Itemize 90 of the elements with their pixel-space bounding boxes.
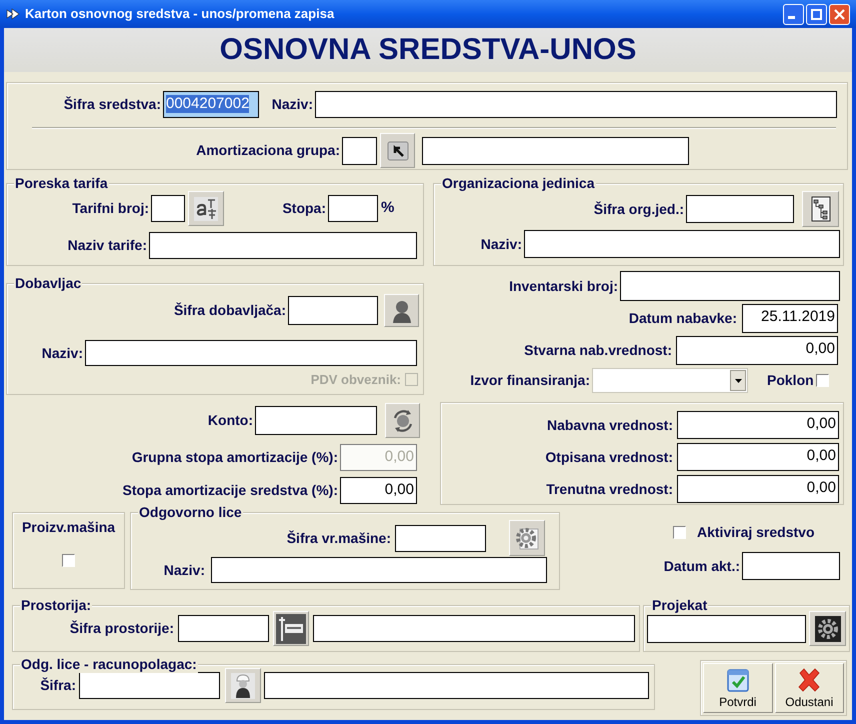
field-label: Šifra vr.mašine: — [286, 528, 392, 548]
text-field[interactable] — [85, 340, 417, 366]
field-label: Izvor finansiranja: — [469, 371, 591, 390]
lookup-button[interactable] — [188, 191, 224, 226]
field-label: Grupna stopa amortizacije (%): — [130, 448, 339, 467]
lookup-button[interactable] — [802, 191, 839, 227]
checkbox[interactable] — [673, 526, 686, 539]
field-label: Naziv: — [480, 234, 523, 254]
lookup-button[interactable] — [384, 294, 419, 327]
field-label: Naziv: — [162, 560, 206, 580]
text-field[interactable] — [742, 552, 840, 580]
field-label: Stopa: — [281, 199, 327, 218]
field-label: Tarifni broj: — [71, 199, 150, 218]
field-label: Trenutna vrednost: — [545, 480, 674, 498]
close-button[interactable] — [829, 4, 850, 24]
field-label: Amortizaciona grupa: — [195, 141, 341, 160]
cross-icon — [796, 667, 822, 693]
text-field[interactable]: 25.11.2019 — [742, 304, 838, 333]
minimize-button[interactable] — [783, 4, 804, 24]
text-field[interactable]: 0,00 — [677, 443, 839, 471]
field-label: Otpisana vrednost: — [544, 448, 674, 467]
text-field[interactable] — [255, 406, 377, 435]
worker-icon — [230, 672, 256, 700]
text-field[interactable]: 0,00 — [677, 411, 839, 439]
checkbox[interactable] — [816, 374, 829, 387]
text-field[interactable] — [211, 557, 547, 583]
text-field[interactable]: 0,00 — [676, 336, 838, 365]
text-field[interactable] — [395, 524, 486, 552]
text-field[interactable] — [313, 615, 635, 642]
lookup-button[interactable] — [809, 611, 846, 646]
lookup-button[interactable] — [380, 133, 415, 168]
text-field[interactable] — [328, 195, 378, 222]
checkbox[interactable] — [62, 554, 75, 567]
minimize-icon — [788, 16, 795, 19]
text-field[interactable] — [151, 195, 185, 222]
text-field[interactable]: 0004207002 — [163, 91, 259, 118]
cancel-button[interactable]: Odustani — [774, 663, 844, 713]
form-heading: OSNOVNA SREDSTVA-UNOS — [220, 33, 636, 67]
field-label: Proizv.mašina — [22, 518, 116, 537]
field-label: Naziv tarife: — [66, 236, 148, 255]
text-field[interactable] — [647, 614, 806, 642]
text-field[interactable] — [264, 672, 649, 699]
percent-sign: % — [381, 198, 394, 218]
window-title: Karton osnovnog sredstva - unos/promena zapisa — [25, 5, 334, 24]
text-field[interactable] — [79, 672, 220, 699]
hierarchy-icon — [810, 196, 832, 222]
field-label: Šifra: — [39, 676, 77, 695]
language-icon — [193, 196, 219, 222]
text-field[interactable] — [686, 195, 794, 223]
field-label: Poklon — [767, 371, 814, 390]
text-field[interactable] — [178, 615, 269, 642]
text-field[interactable]: 0,00 — [340, 477, 417, 504]
text-field[interactable]: 0,00 — [677, 475, 839, 503]
maximize-button[interactable] — [806, 4, 827, 24]
field-label: Nabavna vrednost: — [546, 416, 674, 434]
field-label: Šifra org.jed.: — [592, 200, 685, 219]
signboard-icon — [276, 614, 306, 644]
field-label: Datum nabavke: — [628, 309, 738, 328]
lookup-button[interactable] — [225, 668, 261, 703]
confirm-button[interactable]: Potvrdi — [703, 663, 772, 713]
arrow-app-icon — [6, 7, 20, 21]
gear-icon — [814, 616, 840, 642]
text-field[interactable] — [288, 296, 378, 325]
text-field[interactable] — [620, 271, 840, 301]
text-field[interactable] — [315, 91, 837, 118]
close-icon — [834, 8, 845, 20]
field-label: Šifra dobavljača: — [172, 301, 287, 320]
dropdown-button[interactable] — [730, 370, 746, 391]
field-label: PDV obveznik: — [310, 371, 401, 389]
field-label: Naziv: — [270, 95, 314, 114]
field-label: Stvarna nab.vrednost: — [523, 341, 673, 360]
field-label: Datum akt.: — [662, 556, 741, 576]
text-field[interactable] — [422, 136, 689, 164]
maximize-icon — [811, 8, 822, 20]
cursor-icon — [386, 138, 410, 162]
field-label: Aktiviraj sredstvo — [697, 523, 814, 542]
field-label: Konto: — [206, 411, 254, 430]
text-field[interactable] — [149, 232, 417, 259]
clipboard-check-icon — [724, 667, 751, 693]
text-field[interactable] — [524, 230, 840, 258]
field-label: Šifra prostorije: — [68, 619, 175, 638]
field-label: Inventarski broj: — [508, 276, 619, 296]
lookup-button[interactable] — [385, 403, 420, 438]
field-label: Stopa amortizacije sredstva (%): — [121, 481, 339, 500]
caret-icon — [734, 378, 742, 382]
field-label: Šifra sredstva: — [62, 95, 162, 114]
gear-icon — [514, 525, 540, 551]
lookup-button[interactable] — [273, 611, 309, 646]
text-field[interactable] — [342, 136, 377, 164]
field-label: Naziv: — [40, 344, 84, 362]
